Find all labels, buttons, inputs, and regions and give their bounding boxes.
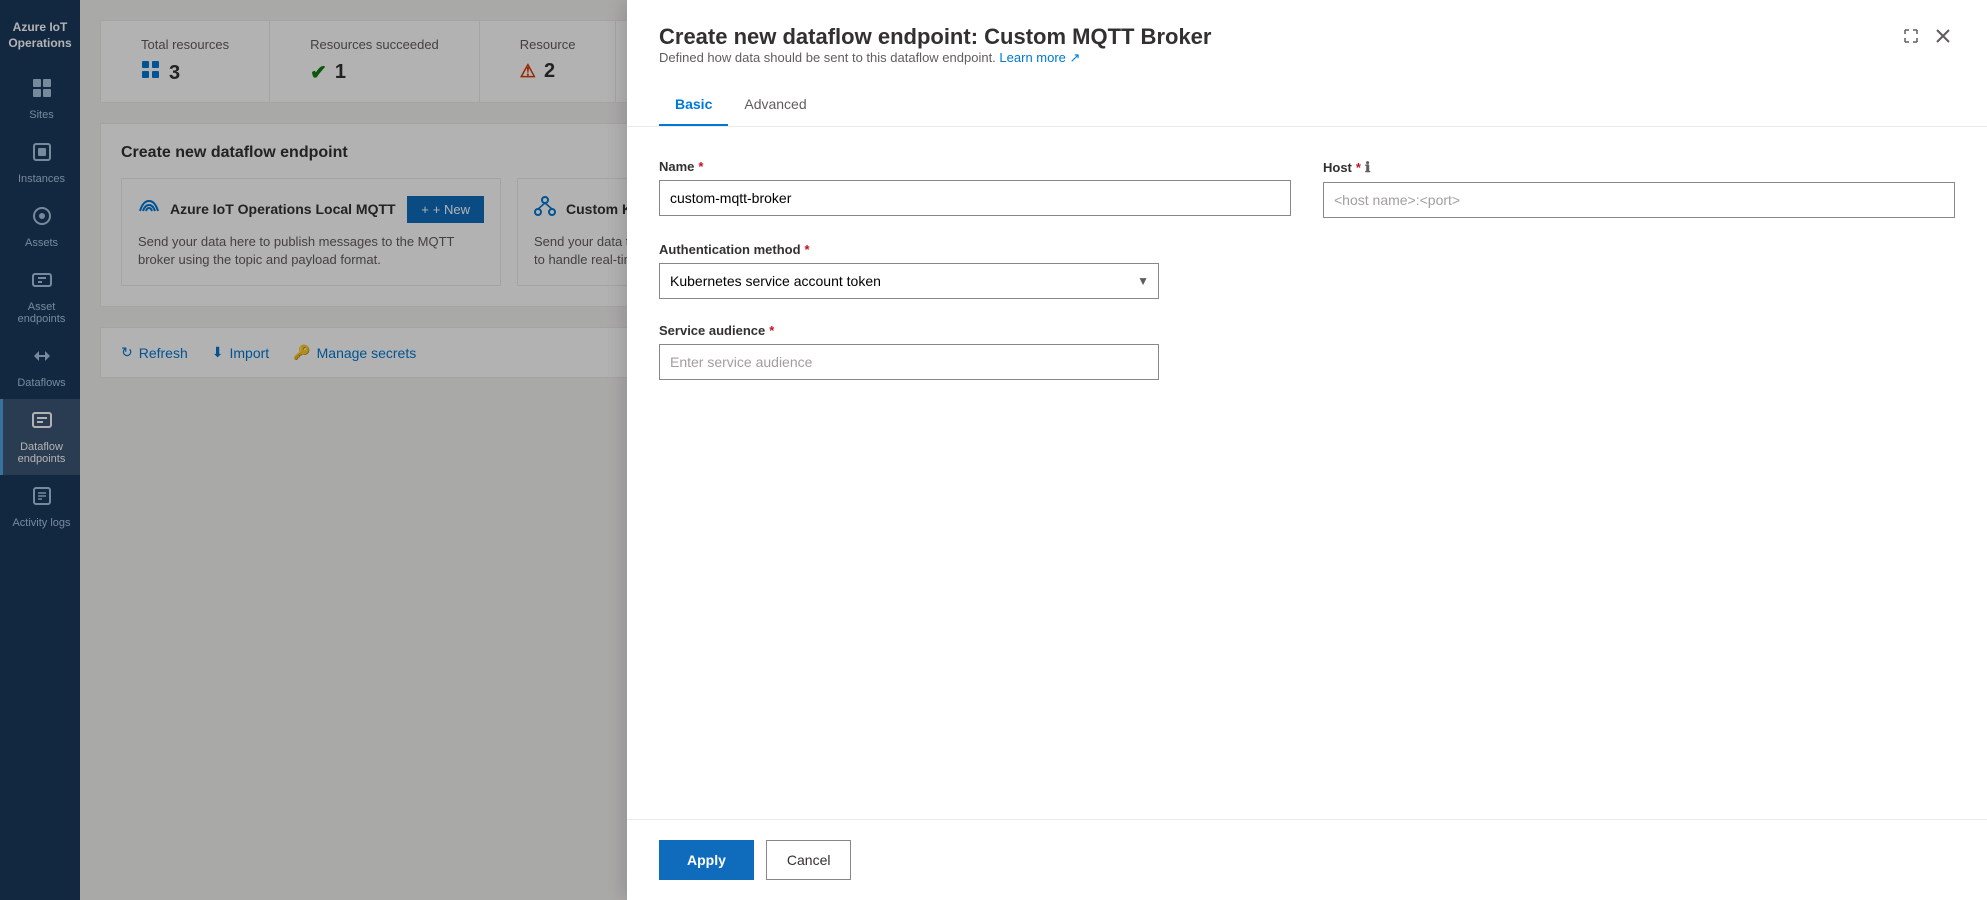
name-input[interactable] — [659, 180, 1291, 216]
auth-method-label: Authentication method * — [659, 242, 1159, 257]
form-group-host: Host * ℹ — [1323, 159, 1955, 218]
tab-advanced[interactable]: Advanced — [728, 88, 822, 126]
service-audience-label: Service audience * — [659, 323, 1159, 338]
learn-more-link[interactable]: Learn more ↗ — [999, 50, 1080, 65]
panel-title: Create new dataflow endpoint: Custom MQT… — [659, 24, 1211, 50]
close-button[interactable] — [1931, 24, 1955, 53]
name-label: Name * — [659, 159, 1291, 174]
form-group-name: Name * — [659, 159, 1291, 218]
auth-method-select-wrapper: Kubernetes service account token X.509 c… — [659, 263, 1159, 299]
side-panel: Create new dataflow endpoint: Custom MQT… — [627, 0, 1987, 900]
panel-body: Name * Host * ℹ Authentication method * — [627, 127, 1987, 819]
host-required-marker: * — [1356, 160, 1361, 175]
panel-tabs: Basic Advanced — [659, 88, 1955, 126]
panel-header-top: Create new dataflow endpoint: Custom MQT… — [659, 24, 1955, 82]
panel-header: Create new dataflow endpoint: Custom MQT… — [627, 0, 1987, 127]
form-row-service-audience: Service audience * — [659, 323, 1955, 380]
form-group-service-audience: Service audience * — [659, 323, 1159, 380]
panel-footer: Apply Cancel — [627, 819, 1987, 900]
name-required-marker: * — [698, 159, 703, 174]
cancel-button[interactable]: Cancel — [766, 840, 852, 880]
service-audience-required-marker: * — [769, 323, 774, 338]
apply-button[interactable]: Apply — [659, 840, 754, 880]
service-audience-input[interactable] — [659, 344, 1159, 380]
auth-required-marker: * — [805, 242, 810, 257]
panel-title-group: Create new dataflow endpoint: Custom MQT… — [659, 24, 1211, 82]
form-row-auth: Authentication method * Kubernetes servi… — [659, 242, 1955, 299]
auth-method-select[interactable]: Kubernetes service account token X.509 c… — [659, 263, 1159, 299]
form-group-auth: Authentication method * Kubernetes servi… — [659, 242, 1159, 299]
tab-basic[interactable]: Basic — [659, 88, 728, 126]
host-input[interactable] — [1323, 182, 1955, 218]
expand-button[interactable] — [1899, 24, 1923, 53]
host-label: Host * ℹ — [1323, 159, 1955, 176]
panel-header-actions — [1899, 24, 1955, 53]
panel-subtitle: Defined how data should be sent to this … — [659, 50, 1211, 66]
host-info-icon: ℹ — [1365, 159, 1370, 176]
form-row-name-host: Name * Host * ℹ — [659, 159, 1955, 218]
